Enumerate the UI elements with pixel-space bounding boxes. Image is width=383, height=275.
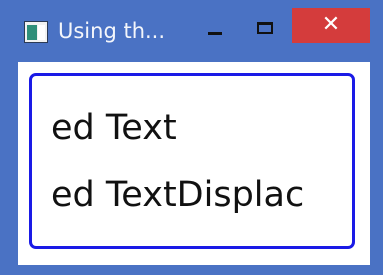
- text-display-box: ed Text ed TextDisplac: [29, 73, 355, 249]
- app-icon: [24, 21, 48, 43]
- text-line-1: ed Text: [51, 108, 177, 148]
- app-icon-left-pane: [27, 25, 37, 40]
- app-icon-right-pane: [38, 25, 45, 40]
- title-bar[interactable]: Using th... ✕: [0, 0, 383, 62]
- close-icon: ✕: [321, 12, 341, 37]
- minimize-button[interactable]: [196, 10, 234, 46]
- client-area: ed Text ed TextDisplac: [18, 62, 370, 265]
- text-line-2: ed TextDisplac: [51, 175, 305, 215]
- window-title: Using th...: [58, 19, 166, 43]
- maximize-button[interactable]: [246, 10, 284, 46]
- close-button[interactable]: ✕: [292, 8, 370, 43]
- minimize-icon: [208, 32, 222, 35]
- maximize-icon: [257, 22, 273, 34]
- app-window: Using th... ✕ ed Text ed TextDisplac: [0, 0, 383, 275]
